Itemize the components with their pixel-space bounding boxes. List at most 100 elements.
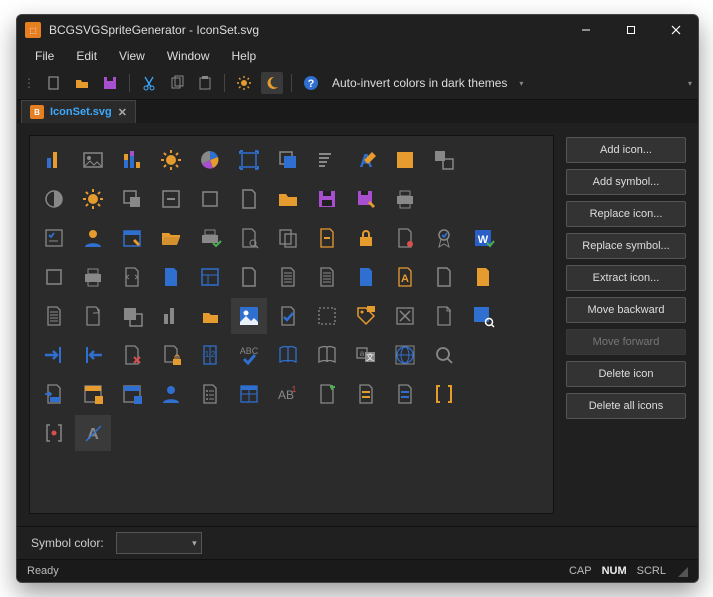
doc-blue3-icon[interactable] (387, 376, 423, 412)
doc-12-icon[interactable]: 12 (192, 337, 228, 373)
image-search-icon[interactable] (465, 298, 501, 334)
menu-window[interactable]: Window (157, 47, 220, 65)
search-gray-icon[interactable] (426, 337, 462, 373)
doc-icon[interactable] (231, 181, 267, 217)
doc-x-icon[interactable] (426, 259, 462, 295)
replace-symbol-button[interactable]: Replace symbol... (566, 233, 686, 259)
printer-check-icon[interactable] (192, 220, 228, 256)
bracket-orange-icon[interactable] (426, 376, 462, 412)
doc-check-icon[interactable] (309, 220, 345, 256)
import-blue-icon[interactable] (36, 337, 72, 373)
doc-orange-A-icon[interactable]: A (387, 259, 423, 295)
chart-bars-icon[interactable] (153, 298, 189, 334)
export-blue-icon[interactable] (75, 337, 111, 373)
doc-clip-icon[interactable] (75, 298, 111, 334)
layers-icon[interactable] (270, 142, 306, 178)
doc-blue-icon[interactable] (153, 259, 189, 295)
doc-plus-icon[interactable] (309, 376, 345, 412)
light-theme-icon[interactable] (233, 72, 255, 94)
menu-help[interactable]: Help (222, 47, 267, 65)
word-check-icon[interactable]: W (465, 220, 501, 256)
bracket-red-icon[interactable] (36, 415, 72, 451)
user-orange-icon[interactable] (75, 220, 111, 256)
dark-theme-icon[interactable] (261, 72, 283, 94)
close-button[interactable] (653, 15, 698, 45)
doc-blue2-icon[interactable] (348, 259, 384, 295)
floppy-edit-icon[interactable] (348, 181, 384, 217)
panel-orange-icon[interactable] (75, 376, 111, 412)
resize-grip-icon[interactable] (676, 565, 688, 577)
pie-chart-icon[interactable] (192, 142, 228, 178)
doc-gradient-icon[interactable] (270, 259, 306, 295)
auto-invert-dropdown-icon[interactable]: ▾ (519, 79, 523, 88)
diff-squares-icon[interactable] (426, 142, 462, 178)
panel-blue-icon[interactable] (114, 376, 150, 412)
folder-small-icon[interactable] (192, 298, 228, 334)
doc-check2-icon[interactable] (270, 298, 306, 334)
doc-swap-icon[interactable] (114, 259, 150, 295)
contrast-icon[interactable] (36, 181, 72, 217)
doc-dotted-icon[interactable] (309, 298, 345, 334)
doc-content-icon[interactable] (36, 298, 72, 334)
doc-list-icon[interactable] (192, 376, 228, 412)
paste-icon[interactable] (194, 72, 216, 94)
select-icon[interactable] (231, 142, 267, 178)
doc-gray-icon[interactable] (387, 220, 423, 256)
font-A-gray-icon[interactable]: A (75, 415, 111, 451)
man-shadow-icon[interactable] (153, 376, 189, 412)
menu-edit[interactable]: Edit (66, 47, 107, 65)
save-icon[interactable] (99, 72, 121, 94)
doc-block-icon[interactable] (309, 259, 345, 295)
translate-icon[interactable]: a文 (348, 337, 384, 373)
menu-file[interactable]: File (25, 47, 64, 65)
folder-open-icon[interactable] (153, 220, 189, 256)
folder-icon[interactable] (270, 181, 306, 217)
menu-view[interactable]: View (109, 47, 155, 65)
globe-blue-icon[interactable] (387, 337, 423, 373)
lock-orange-icon[interactable] (348, 220, 384, 256)
font-a-icon[interactable]: A (348, 142, 384, 178)
doc-x2-icon[interactable] (114, 337, 150, 373)
cut-icon[interactable] (138, 72, 160, 94)
sun-icon[interactable] (153, 142, 189, 178)
square-orange-icon[interactable] (387, 142, 423, 178)
calendar-orange-icon[interactable] (114, 220, 150, 256)
stacked-chart-icon[interactable] (114, 142, 150, 178)
tab-close-icon[interactable]: ✕ (118, 106, 127, 119)
layout-blue-icon[interactable] (192, 259, 228, 295)
doc2-icon[interactable] (231, 259, 267, 295)
floppy-purple-icon[interactable] (309, 181, 345, 217)
book-blue-icon[interactable] (270, 337, 306, 373)
replace-icon-button[interactable]: Replace icon... (566, 201, 686, 227)
doc-orange-icon[interactable] (465, 259, 501, 295)
import-doc-icon[interactable] (36, 376, 72, 412)
frame-icon[interactable] (192, 181, 228, 217)
symbol-color-combo[interactable]: ▾ (116, 532, 202, 554)
image-gray-icon[interactable] (75, 142, 111, 178)
auto-invert-label[interactable]: Auto-invert colors in dark themes (328, 76, 511, 90)
behind-icon[interactable] (114, 181, 150, 217)
doc-pink-icon[interactable] (348, 376, 384, 412)
copy-icon[interactable] (166, 72, 188, 94)
overlap-icon[interactable] (114, 298, 150, 334)
tab-iconset[interactable]: B IconSet.svg ✕ (21, 100, 136, 123)
grid-blue-icon[interactable] (231, 376, 267, 412)
book-gray-icon[interactable] (309, 337, 345, 373)
photo-blue-icon[interactable] (231, 298, 267, 334)
printer2-icon[interactable] (75, 259, 111, 295)
move-backward-button[interactable]: Move backward (566, 297, 686, 323)
add-icon-button[interactable]: Add icon... (566, 137, 686, 163)
open-icon[interactable] (71, 72, 93, 94)
frame2-icon[interactable] (36, 259, 72, 295)
minus-box-icon[interactable] (153, 181, 189, 217)
abc-check-icon[interactable]: ABC (231, 337, 267, 373)
align-left-icon[interactable] (309, 142, 345, 178)
maximize-button[interactable] (608, 15, 653, 45)
tag-icon[interactable] (348, 298, 384, 334)
new-icon[interactable] (43, 72, 65, 94)
add-symbol-button[interactable]: Add symbol... (566, 169, 686, 195)
minimize-button[interactable] (563, 15, 608, 45)
ab1-icon[interactable]: AB1 (270, 376, 306, 412)
printer-icon[interactable] (387, 181, 423, 217)
toolbar-overflow-icon[interactable]: ▾ (688, 79, 692, 88)
